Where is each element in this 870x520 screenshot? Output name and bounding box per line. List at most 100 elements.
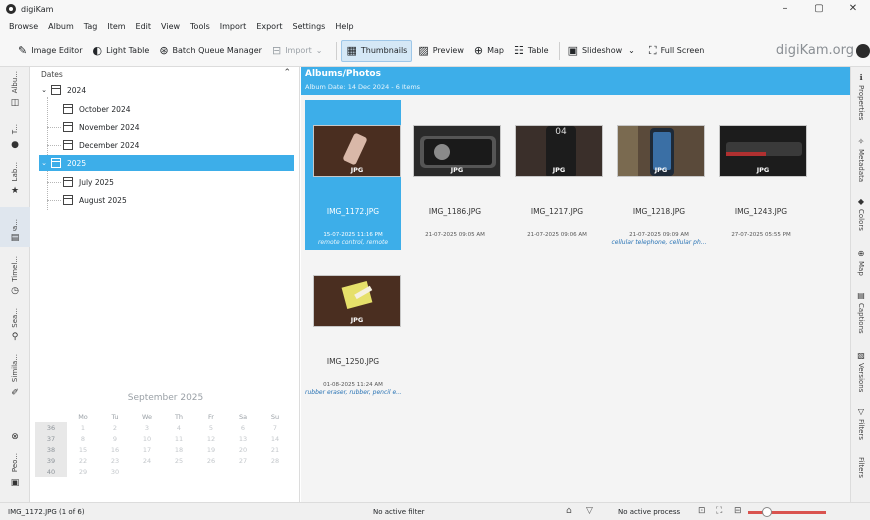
- tree-node-month[interactable]: November 2024: [61, 119, 294, 135]
- calendar-day[interactable]: 14: [259, 433, 291, 444]
- menu-help[interactable]: Help: [330, 22, 358, 31]
- calendar-day[interactable]: 9: [99, 433, 131, 444]
- tab-timeline[interactable]: Timel...: [0, 255, 30, 283]
- map-pin-icon[interactable]: ⊗: [0, 431, 30, 443]
- albums-icon[interactable]: ◫: [0, 97, 30, 109]
- tab-properties[interactable]: ℹ Properties: [851, 73, 870, 120]
- calendar-day[interactable]: 15: [67, 444, 99, 455]
- maximize-button[interactable]: ▢: [802, 0, 836, 18]
- menu-tag[interactable]: Tag: [79, 22, 103, 31]
- thumbnail-item[interactable]: JPG IMG_1172.JPG 15-07-2025 11:16 PM rem…: [305, 100, 401, 250]
- batch-queue-manager-button[interactable]: ⊛ Batch Queue Manager: [155, 40, 266, 62]
- preview-view-button[interactable]: ▨ Preview: [414, 40, 468, 62]
- calendar-day[interactable]: 27: [227, 455, 259, 466]
- calendar-icon[interactable]: ▤: [0, 231, 30, 245]
- calendar-day[interactable]: 21: [259, 444, 291, 455]
- zoom-slider-handle[interactable]: [762, 507, 772, 517]
- menu-item[interactable]: Item: [102, 22, 130, 31]
- thumbnail-item[interactable]: JPG IMG_1186.JPG 21-07-2025 09:05 AM: [405, 100, 505, 250]
- calendar-day[interactable]: 6: [227, 422, 259, 433]
- thumbnail-item[interactable]: JPG IMG_1250.JPG 01-08-2025 11:24 AM rub…: [305, 250, 401, 400]
- tree-node-2025[interactable]: ⌄ 2025: [39, 155, 294, 171]
- tree-node-month[interactable]: August 2025: [61, 192, 294, 208]
- calendar-day[interactable]: 28: [259, 455, 291, 466]
- menu-view[interactable]: View: [156, 22, 185, 31]
- calendar-day[interactable]: 19: [195, 444, 227, 455]
- tab-map[interactable]: ⊕ Map: [851, 249, 870, 276]
- tab-captions[interactable]: ▤ Captions: [851, 291, 870, 334]
- menu-settings[interactable]: Settings: [288, 22, 331, 31]
- menu-browse[interactable]: Browse: [4, 22, 43, 31]
- calendar-day[interactable]: [163, 466, 195, 477]
- tab-similarity[interactable]: Simila...: [0, 353, 30, 383]
- menu-album[interactable]: Album: [43, 22, 79, 31]
- menu-export[interactable]: Export: [251, 22, 287, 31]
- clock-icon[interactable]: ◷: [0, 285, 30, 297]
- calendar-day[interactable]: 23: [99, 455, 131, 466]
- calendar-day[interactable]: 26: [195, 455, 227, 466]
- brush-icon[interactable]: ✐: [0, 387, 30, 399]
- calendar-day[interactable]: [131, 466, 163, 477]
- tree-node-month[interactable]: October 2024: [61, 101, 294, 117]
- chevron-down-icon[interactable]: ⌄: [39, 159, 49, 167]
- tag-icon[interactable]: ●: [0, 139, 30, 151]
- calendar-day[interactable]: 2: [99, 422, 131, 433]
- calendar-day[interactable]: 8: [67, 433, 99, 444]
- calendar-day[interactable]: 3: [131, 422, 163, 433]
- zoom-fit-icon[interactable]: ⊡: [698, 506, 706, 516]
- calendar-day[interactable]: 1: [67, 422, 99, 433]
- chevron-up-icon[interactable]: ⌃: [283, 68, 291, 78]
- zoom-out-icon[interactable]: ⊟: [734, 506, 742, 516]
- tree-node-month[interactable]: July 2025: [61, 174, 294, 190]
- calendar-day[interactable]: 18: [163, 444, 195, 455]
- dates-header[interactable]: Dates ⌃: [31, 67, 299, 81]
- tab-filters[interactable]: ▽ Filters: [851, 407, 870, 440]
- import-button[interactable]: ⊟ Import ⌄: [268, 40, 330, 62]
- chevron-down-icon[interactable]: ⌄: [39, 86, 49, 94]
- light-table-button[interactable]: ◐ Light Table: [89, 40, 154, 62]
- menu-tools[interactable]: Tools: [185, 22, 215, 31]
- face-icon[interactable]: ▣: [0, 477, 30, 489]
- zoom-fullscreen-icon[interactable]: ⛶: [716, 506, 722, 516]
- table-view-button[interactable]: ☷ Table: [510, 40, 553, 62]
- calendar-day[interactable]: 7: [259, 422, 291, 433]
- tab-versions[interactable]: ▧ Versions: [851, 351, 870, 392]
- calendar-day[interactable]: 24: [131, 455, 163, 466]
- calendar-day[interactable]: 22: [67, 455, 99, 466]
- minimize-button[interactable]: –: [768, 0, 802, 18]
- calendar-day[interactable]: 20: [227, 444, 259, 455]
- menu-edit[interactable]: Edit: [131, 22, 157, 31]
- menu-import[interactable]: Import: [215, 22, 252, 31]
- tab-colors[interactable]: ◆ Colors: [851, 197, 870, 231]
- filter-icon[interactable]: ▽: [586, 506, 593, 516]
- close-button[interactable]: ✕: [836, 0, 870, 18]
- calendar-day[interactable]: 10: [131, 433, 163, 444]
- map-view-button[interactable]: ⊕ Map: [470, 40, 508, 62]
- calendar-day[interactable]: 11: [163, 433, 195, 444]
- tab-albums[interactable]: Albu...: [0, 69, 30, 95]
- tab-metadata[interactable]: ✧ Metadata: [851, 137, 870, 182]
- thumbnail-item[interactable]: JPG IMG_1243.JPG 27-07-2025 05:55 PM: [711, 100, 811, 250]
- calendar-day[interactable]: 12: [195, 433, 227, 444]
- thumbnail-item[interactable]: 04 JPG IMG_1217.JPG 21-07-2025 09:06 AM: [507, 100, 607, 250]
- calendar-day[interactable]: 4: [163, 422, 195, 433]
- calendar-day[interactable]: [195, 466, 227, 477]
- calendar-day[interactable]: 17: [131, 444, 163, 455]
- calendar-day[interactable]: [259, 466, 291, 477]
- calendar-day[interactable]: 16: [99, 444, 131, 455]
- star-icon[interactable]: ★: [0, 185, 30, 197]
- trash-icon[interactable]: ⌂: [566, 506, 572, 516]
- search-icon[interactable]: ⚲: [0, 331, 30, 343]
- calendar-day[interactable]: 25: [163, 455, 195, 466]
- thumbnails-view-button[interactable]: ▦ Thumbnails: [341, 39, 413, 62]
- zoom-slider[interactable]: [748, 511, 826, 514]
- calendar-day[interactable]: [227, 466, 259, 477]
- tab-labels[interactable]: Lab...: [0, 161, 30, 183]
- tab-tags[interactable]: T...: [0, 119, 30, 139]
- tab-search[interactable]: Sea...: [0, 307, 30, 329]
- calendar-day[interactable]: 30: [99, 466, 131, 477]
- image-editor-button[interactable]: ✎ Image Editor: [14, 40, 87, 62]
- calendar-day[interactable]: 13: [227, 433, 259, 444]
- tree-node-2024[interactable]: ⌄ 2024: [39, 82, 294, 98]
- tab-tools-filters[interactable]: Filters: [851, 457, 870, 478]
